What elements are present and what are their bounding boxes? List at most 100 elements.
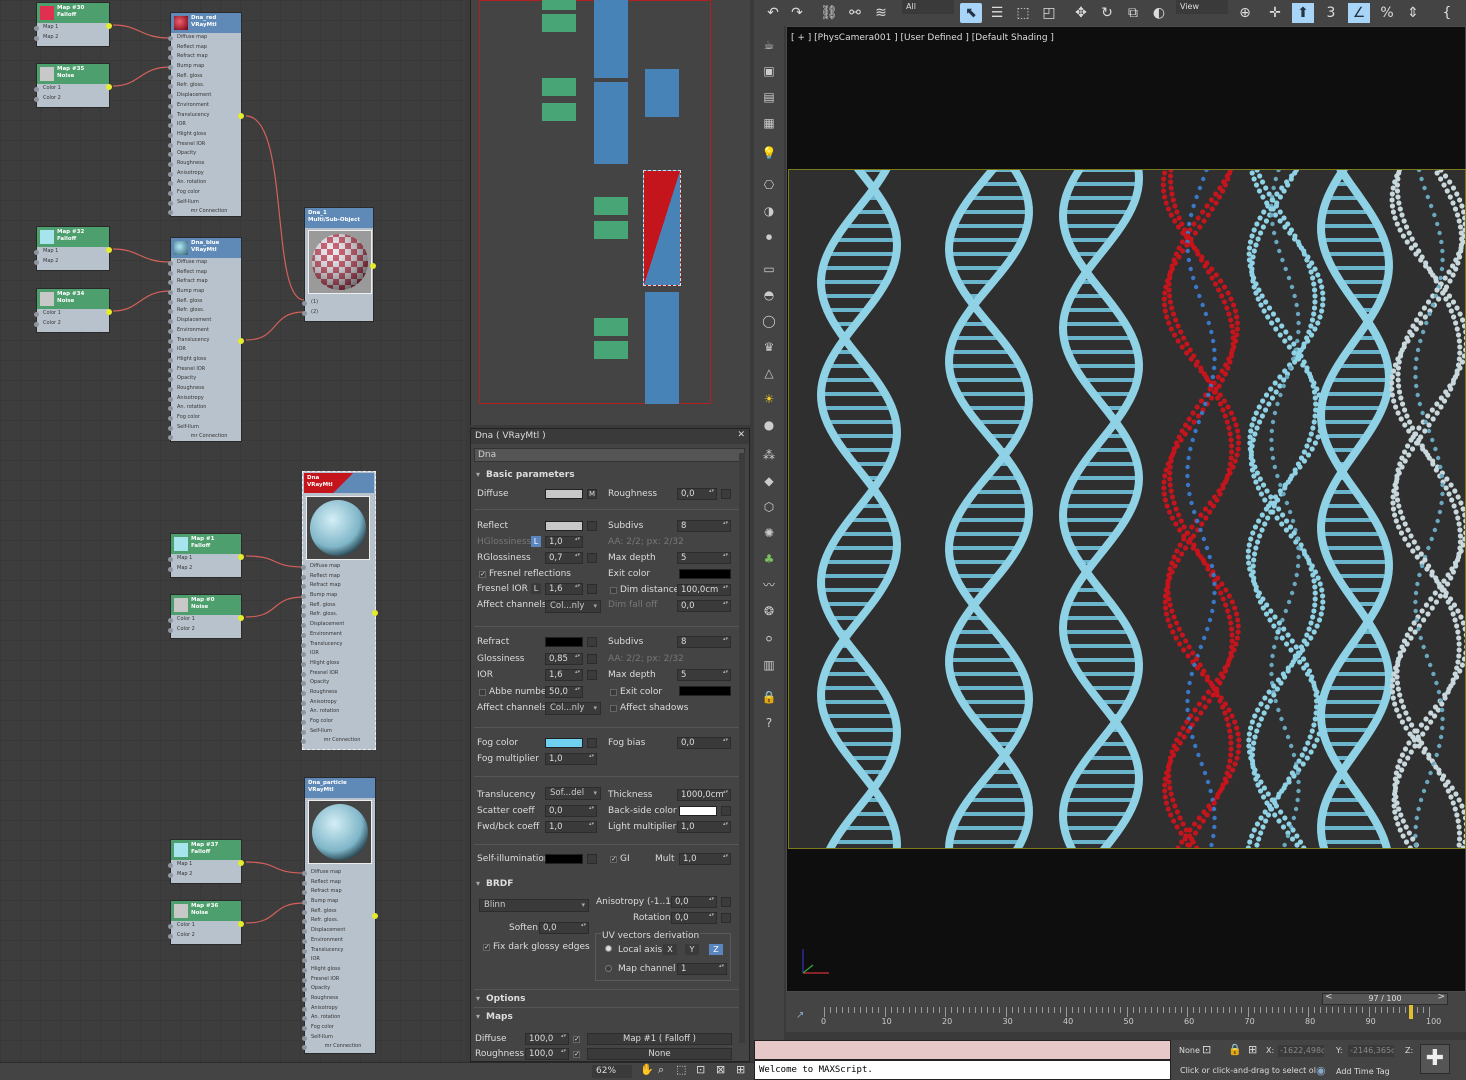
- ior-map-button[interactable]: [587, 670, 597, 680]
- select-place-icon[interactable]: ◐: [1148, 3, 1170, 23]
- rollout-basic-parameters[interactable]: Basic parameters: [474, 467, 742, 483]
- material-slot[interactable]: Displacement: [301, 620, 374, 630]
- material-parameter-editor[interactable]: Dna ( VRayMtl ) ✕ Dna Basic parameters D…: [470, 428, 750, 1062]
- reflect-map-button[interactable]: [587, 521, 597, 531]
- maps-diffuse-map-button[interactable]: Map #1 ( Falloff ): [587, 1033, 732, 1045]
- material-slot[interactable]: Anisotropy: [301, 698, 374, 708]
- material-slot[interactable]: Fresnel IOR: [168, 140, 241, 150]
- map-block[interactable]: [542, 0, 576, 10]
- node-map36-noise[interactable]: Map #36 Noise Color 1 Color 2: [168, 900, 244, 945]
- viewport-label[interactable]: [ + ] [PhysCamera001 ] [User Defined ] […: [791, 33, 1054, 43]
- material-slot[interactable]: Translucency: [301, 640, 374, 650]
- map-block[interactable]: [594, 221, 628, 239]
- material-slot[interactable]: Roughness: [168, 159, 241, 169]
- hglossiness-spinner[interactable]: 1,0: [545, 536, 583, 548]
- material-slot[interactable]: Fog color: [168, 188, 241, 198]
- material-slot[interactable]: Diffuse map: [168, 33, 241, 43]
- fresnel-checkbox[interactable]: ✓: [479, 571, 486, 578]
- anisotropy-map-button[interactable]: [721, 897, 731, 907]
- material-block[interactable]: [645, 69, 679, 117]
- anisotropy-spinner[interactable]: 0,0: [671, 896, 717, 908]
- diffuse-map-button[interactable]: M: [587, 489, 597, 499]
- unlink-icon[interactable]: ⚯: [844, 3, 866, 23]
- self-illumination-swatch[interactable]: [545, 854, 583, 864]
- current-frame-marker[interactable]: [1408, 1005, 1413, 1019]
- node-map1-falloff[interactable]: Map #1 Falloff Map 1 Map 2: [168, 533, 244, 578]
- material-slot[interactable]: Anisotropy: [168, 169, 241, 179]
- node-slot[interactable]: Map 1: [34, 247, 109, 257]
- fresnel-ior-lock-button[interactable]: L: [531, 583, 541, 594]
- material-slot[interactable]: Self-Ilum: [301, 727, 374, 737]
- plane-light-icon[interactable]: ▭: [760, 260, 778, 278]
- material-slot[interactable]: Fog color: [301, 717, 374, 727]
- rectangular-selection-icon[interactable]: ⬚: [1012, 3, 1034, 23]
- safe-frame-render[interactable]: [788, 157, 1466, 859]
- glossiness-spinner[interactable]: 0,85: [545, 653, 583, 665]
- axis-z-button[interactable]: Z: [709, 944, 723, 955]
- bind-space-warp-icon[interactable]: ≋: [870, 3, 892, 23]
- create-key-icon[interactable]: ✚: [1420, 1044, 1450, 1074]
- select-manipulate-icon[interactable]: ✛: [1264, 3, 1286, 23]
- material-slot[interactable]: Fresnel IOR: [168, 365, 241, 375]
- zoom-region-icon[interactable]: ⬚: [676, 1063, 686, 1076]
- fur-icon[interactable]: ⁂: [760, 446, 778, 464]
- sphere-render-icon[interactable]: ⚪: [760, 630, 778, 648]
- material-slot[interactable]: Environment: [168, 326, 241, 336]
- material-slot[interactable]: Opacity: [168, 374, 241, 384]
- material-slot[interactable]: Self-Ilum: [168, 423, 241, 433]
- output-socket[interactable]: [106, 23, 112, 29]
- node-slot[interactable]: (1): [302, 298, 373, 308]
- material-slot[interactable]: Hlight gloss: [168, 355, 241, 365]
- output-socket[interactable]: [238, 921, 244, 927]
- material-slot[interactable]: Reflect map: [168, 43, 241, 53]
- dome-light-icon[interactable]: ◓: [760, 286, 778, 304]
- timeline[interactable]: < 97 / 100 > ↗ 0 10 20 30 40 50 60 70 80 90 100: [786, 992, 1466, 1032]
- pivot-center-icon[interactable]: ⊕: [1234, 3, 1256, 23]
- material-slot[interactable]: Translucency: [168, 111, 241, 121]
- reference-coordinate-dropdown[interactable]: View: [1176, 0, 1228, 14]
- maps-roughness-map-button[interactable]: None: [587, 1048, 732, 1060]
- teapot-icon[interactable]: ☕: [760, 36, 778, 54]
- node-slot[interactable]: (2): [302, 308, 373, 318]
- node-dna-vraymtl-selected[interactable]: Dna VRayMtl Diffuse map Reflect map Refract…: [301, 471, 378, 750]
- refract-max-depth-spinner[interactable]: 5: [677, 669, 731, 681]
- mr-connection-slot[interactable]: mr Connection: [302, 1042, 375, 1052]
- refract-exit-color-swatch[interactable]: [679, 686, 731, 696]
- slate-node-editor[interactable]: Map #30 Falloff Map 1 Map 2 Map #35 Noise …: [0, 0, 466, 1062]
- material-slot[interactable]: Self-Ilum: [168, 198, 241, 208]
- scatter-coeff-spinner[interactable]: 0,0: [545, 805, 597, 817]
- material-slot[interactable]: IOR: [168, 345, 241, 355]
- back-side-color-swatch[interactable]: [679, 806, 717, 816]
- y-coordinate-field[interactable]: -2146,365c: [1348, 1045, 1394, 1057]
- axis-y-button[interactable]: Y: [685, 944, 699, 955]
- maps-roughness-amount[interactable]: 100,0: [525, 1048, 569, 1060]
- absolute-mode-icon[interactable]: ⊞: [1248, 1043, 1257, 1056]
- keyboard-shortcut-override-icon[interactable]: ⬆: [1292, 3, 1314, 23]
- material-block[interactable]: [594, 0, 628, 78]
- zoom-level-dropdown[interactable]: 62%: [592, 1065, 632, 1078]
- proxy-icon[interactable]: ◆: [760, 472, 778, 490]
- output-socket[interactable]: [238, 338, 244, 344]
- node-dna-blue-vraymtl[interactable]: Dna_blue VRayMtl Diffuse map Reflect map Re…: [168, 237, 244, 442]
- node-slot[interactable]: Color 2: [168, 931, 241, 941]
- node-dna1-multisub[interactable]: Dna_1 Multi/Sub-Object (1) (2): [302, 207, 376, 322]
- material-editor-icon[interactable]: ▦: [760, 114, 778, 132]
- axis-x-button[interactable]: X: [663, 944, 677, 955]
- refract-subdivs-spinner[interactable]: 8: [677, 636, 731, 648]
- node-slot[interactable]: Map 2: [34, 33, 109, 43]
- material-slot[interactable]: Environment: [301, 630, 374, 640]
- plant-icon[interactable]: ♣: [760, 550, 778, 568]
- angle-snap-icon[interactable]: ∠: [1348, 3, 1370, 23]
- selected-material-block[interactable]: [643, 170, 681, 286]
- output-socket[interactable]: [238, 615, 244, 621]
- scale-icon[interactable]: ⧉: [1122, 3, 1144, 23]
- node-slot[interactable]: Map 1: [34, 23, 109, 33]
- material-slot[interactable]: Roughness: [302, 994, 375, 1004]
- rotate-icon[interactable]: ↻: [1096, 3, 1118, 23]
- fog-bias-spinner[interactable]: 0,0: [677, 737, 731, 749]
- mr-connection-slot[interactable]: mr Connection: [301, 736, 374, 746]
- output-socket[interactable]: [106, 84, 112, 90]
- material-slot[interactable]: Diffuse map: [301, 562, 374, 572]
- material-slot[interactable]: Reflect map: [302, 878, 375, 888]
- material-slot[interactable]: Environment: [302, 936, 375, 946]
